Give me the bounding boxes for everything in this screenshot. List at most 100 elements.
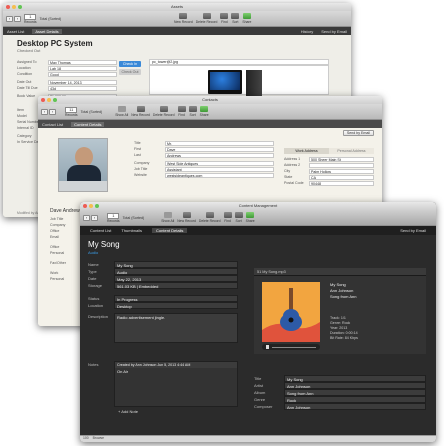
description-field[interactable]: Radio advertisement jingle. [114, 313, 238, 343]
job-title-field[interactable]: Assistant [165, 166, 274, 172]
contacts-tab-bar: Contact List Content Details [38, 120, 382, 128]
next-record-button[interactable]: › [91, 214, 98, 221]
new-record-button[interactable]: New Record [131, 106, 150, 117]
new-record-icon [179, 13, 188, 19]
storage-field[interactable]: 561.03 KB | Embedded [114, 282, 238, 289]
window-title: Contacts [202, 97, 218, 102]
player-controls[interactable] [262, 344, 320, 350]
asset-image [149, 65, 329, 96]
close-button[interactable] [83, 204, 87, 208]
sort-button[interactable]: Sort [234, 212, 243, 223]
company-field[interactable]: West Side Antiques [165, 160, 274, 166]
minimize-button[interactable] [12, 5, 16, 9]
assigned-to-field[interactable]: Max Thomas [48, 59, 117, 65]
tab-content-details[interactable]: Content Details [71, 121, 105, 127]
tab-content-list[interactable]: Content List [84, 228, 111, 233]
track-info: My Song Ann Johnson Song from Ann [330, 282, 357, 299]
next-record-button[interactable]: › [49, 108, 56, 115]
tab-contact-list[interactable]: Contact List [42, 122, 63, 127]
close-button[interactable] [6, 5, 10, 9]
sort-icon [188, 106, 197, 112]
show-all-button[interactable]: Show All [161, 212, 174, 223]
show-all-button[interactable]: Show All [115, 106, 128, 117]
date-due-field[interactable]: 43d [48, 85, 117, 91]
record-counter: 1 Records [24, 13, 37, 24]
tab-asset-list[interactable]: Asset List [7, 29, 24, 34]
location-field[interactable]: Lab 18 [48, 65, 117, 71]
prev-record-button[interactable]: ‹ [41, 108, 48, 115]
new-record-button[interactable]: New Record [177, 212, 196, 223]
zoom-button[interactable] [95, 204, 99, 208]
postal-code-field[interactable]: 90448 [309, 180, 374, 186]
tab-personal-address[interactable]: Personal Address [329, 148, 374, 154]
location-field[interactable]: Desktop [114, 302, 238, 309]
tag-genre-field[interactable]: Rock [284, 396, 426, 403]
tag-album-field[interactable]: Song from Ann [284, 389, 426, 396]
page-title: Desktop PC System [17, 39, 93, 48]
zoom-level[interactable]: 100 [83, 436, 89, 442]
show-all-icon [117, 106, 126, 112]
address2-field[interactable] [309, 162, 374, 168]
contacts-titlebar: Contacts [38, 96, 382, 104]
share-button[interactable]: Share [242, 13, 251, 24]
date-out-field[interactable]: November 14, 2013 [48, 79, 117, 85]
state-field[interactable]: CA [309, 174, 374, 180]
find-button[interactable]: Find [177, 106, 186, 117]
sort-button[interactable]: Sort [188, 106, 197, 117]
assets-tab-bar: Asset List Asset Details History Send by… [3, 27, 351, 35]
tab-content-details[interactable]: Content Details [152, 228, 188, 233]
new-record-button[interactable]: New Record [174, 13, 193, 24]
minimize-button[interactable] [89, 204, 93, 208]
send-email-button[interactable]: Send by Email [342, 130, 374, 136]
show-all-icon [163, 212, 172, 218]
first-name-field[interactable]: Dave [165, 146, 274, 152]
content-detail-pane: My Song Audio Name My Song Type Audio Date… [80, 235, 436, 435]
condition-field[interactable]: Good [48, 71, 117, 77]
status-badge: Checked Out [17, 48, 41, 53]
assets-toolbar: ‹ › 1 Records Total (Sorted) New Record D… [3, 11, 351, 27]
history-button[interactable]: History [301, 29, 313, 34]
mode-label[interactable]: Browse [93, 436, 104, 442]
address1-field[interactable]: 500 Sheer Main St [309, 156, 374, 162]
tag-composer-field[interactable]: Ann Johnson [284, 403, 426, 410]
status-field[interactable]: In Progress [114, 295, 238, 302]
new-record-icon [136, 106, 145, 112]
zoom-button[interactable] [18, 5, 22, 9]
title-field[interactable]: Mr. [165, 140, 274, 146]
date-field[interactable]: May 22, 2013 [114, 275, 238, 282]
tag-artist-field[interactable]: Ann Johnson [284, 382, 426, 389]
close-button[interactable] [41, 98, 45, 102]
find-button[interactable]: Find [220, 13, 229, 24]
last-name-field[interactable]: Andrews [165, 152, 274, 158]
type-field[interactable]: Audio [114, 268, 238, 275]
send-email-button[interactable]: Send by Email [321, 29, 347, 34]
check-in-button[interactable]: Check In [119, 61, 141, 67]
delete-record-button[interactable]: Delete Record [153, 106, 175, 117]
name-field[interactable]: My Song [114, 261, 238, 268]
asset-fields: Assigned To Max Thomas Location Lab 18 Con… [17, 59, 117, 99]
tag-title-field[interactable]: My Song [284, 375, 426, 382]
delete-record-button[interactable]: Delete Record [199, 212, 221, 223]
delete-record-button[interactable]: Delete Record [196, 13, 217, 24]
file-header: 51 My Song.mp3 [254, 268, 426, 276]
tab-asset-details[interactable]: Asset Details [32, 28, 62, 34]
next-record-button[interactable]: › [14, 15, 21, 22]
send-email-button[interactable]: Send by Email [400, 228, 432, 233]
sort-button[interactable]: Sort [231, 13, 240, 24]
prev-record-button[interactable]: ‹ [83, 214, 90, 221]
tab-thumbnails[interactable]: Thumbnails [121, 228, 142, 233]
add-note-button[interactable]: + Add Note [118, 409, 238, 414]
note-text[interactable]: On Air [115, 368, 237, 375]
check-out-button[interactable]: Check Out [119, 69, 141, 75]
prev-record-button[interactable]: ‹ [6, 15, 13, 22]
new-record-icon [182, 212, 191, 218]
zoom-button[interactable] [53, 98, 57, 102]
website-field[interactable]: westsideantiques.com [165, 172, 274, 178]
address-fields: Address 1 500 Sheer Main St Address 2 Cit… [284, 156, 374, 186]
minimize-button[interactable] [47, 98, 51, 102]
share-button[interactable]: Share [200, 106, 209, 117]
tab-work-address[interactable]: Work Address [284, 148, 329, 154]
find-button[interactable]: Find [223, 212, 232, 223]
share-button[interactable]: Share [246, 212, 255, 223]
city-field[interactable]: Palm Hollow [309, 168, 374, 174]
